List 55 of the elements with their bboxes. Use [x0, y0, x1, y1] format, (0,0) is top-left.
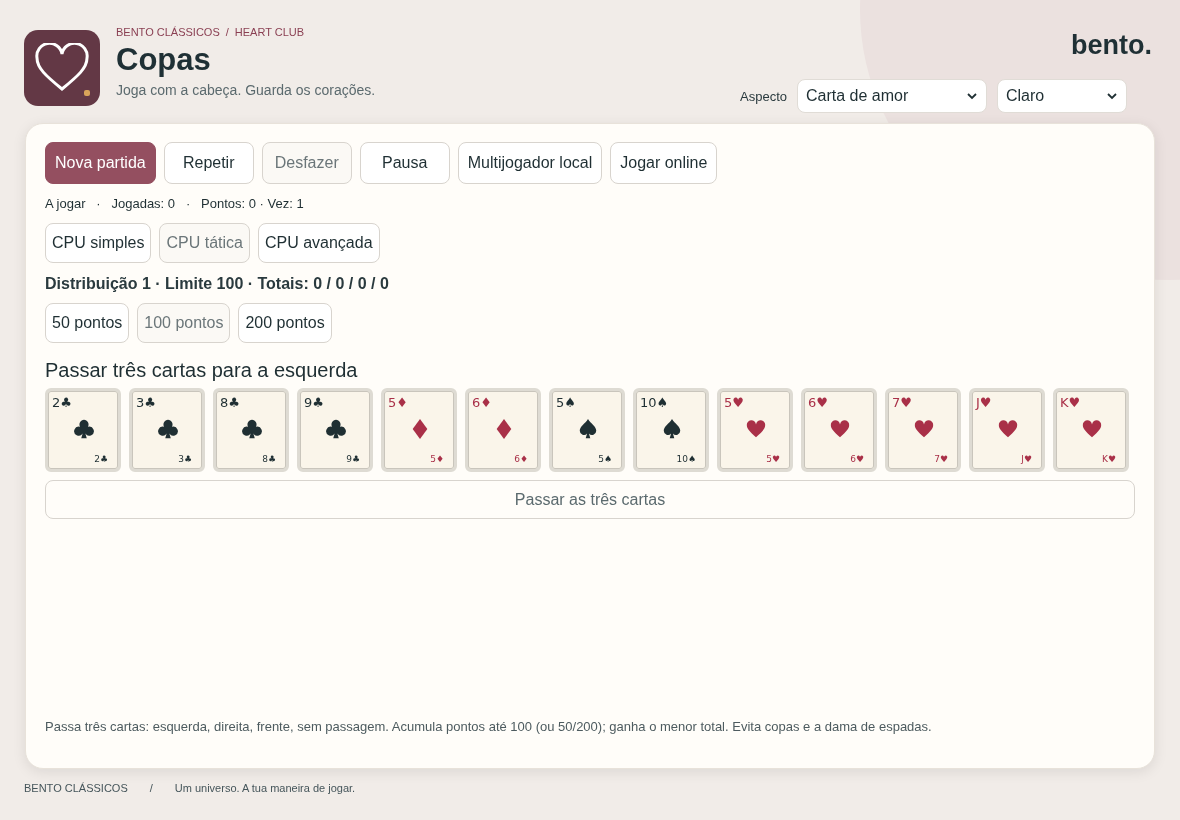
game-status: A jogar · Jogadas: 0 · Pontos: 0 · Vez: 1 — [45, 196, 305, 211]
footer-text: Um universo. A tua maneira de jogar. — [174, 782, 356, 794]
footer-text: BENTO CLÁSSICOS — [24, 782, 128, 794]
playing-card[interactable]: 10♠ 10♠ — [633, 388, 709, 472]
spade-icon — [577, 418, 599, 440]
heart-icon — [997, 418, 1019, 440]
theme-select[interactable]: Claro — [997, 79, 1127, 113]
playing-card[interactable]: 7♥ 7♥ — [885, 388, 961, 472]
heart-icon — [829, 418, 851, 440]
brand-logo: bento. — [1071, 30, 1152, 61]
theme-select[interactable]: Carta de amor — [797, 79, 987, 113]
breadcrumb-item: BENTO CLÁSSICOS — [116, 26, 220, 38]
round-info: Distribuição 1 · Limite 100 · Totais: 0 / 0 / 0 / 0 — [45, 275, 390, 293]
cpu-level-button[interactable]: CPU simples — [45, 223, 152, 263]
footer-text: / — [149, 782, 153, 794]
playing-card[interactable]: 9♣ 9♣ — [297, 388, 373, 472]
playing-card[interactable]: 8♣ 8♣ — [213, 388, 289, 472]
club-icon — [325, 418, 347, 440]
page-title: Copas — [116, 42, 212, 78]
rules-text: Passa três cartas: esquerda, direita, frente, sem passagem. Acumula pontos até 100 (ou 50/200); ganha o menor total. Evita copas e a dama de espadas. — [45, 719, 933, 734]
point-limit-button[interactable]: 200 pontos — [238, 303, 332, 343]
playing-card[interactable]: 2♣ 2♣ — [45, 388, 121, 472]
pass-cards-button[interactable]: Passar as três cartas — [45, 480, 1135, 519]
action-button[interactable]: Nova partida — [45, 142, 156, 184]
heart-icon — [745, 418, 767, 440]
playing-card[interactable]: J♥ J♥ — [969, 388, 1045, 472]
aspect-label: Aspecto — [740, 88, 787, 104]
spade-icon — [661, 418, 683, 440]
playing-card[interactable]: 5♠ 5♠ — [549, 388, 625, 472]
action-button[interactable]: Pausa — [359, 142, 450, 184]
action-button[interactable]: Repetir — [163, 142, 254, 184]
action-button[interactable]: Multijogador local — [457, 142, 603, 184]
page-subtitle: Joga com a cabeça. Guarda os corações. — [116, 82, 376, 98]
chevron-down-icon — [966, 92, 978, 100]
breadcrumb-item: HEART CLUB — [234, 26, 305, 38]
breadcrumb-item: / — [225, 26, 229, 38]
playing-card[interactable]: 3♣ 3♣ — [129, 388, 205, 472]
cpu-level-button[interactable]: CPU tática — [159, 223, 250, 263]
heart-icon — [1081, 418, 1103, 440]
point-limit-button[interactable]: 100 pontos — [137, 303, 231, 343]
playing-card[interactable]: 5♥ 5♥ — [717, 388, 793, 472]
club-icon — [157, 418, 179, 440]
chevron-down-icon — [1106, 92, 1118, 100]
playing-card[interactable]: K♥ K♥ — [1053, 388, 1129, 472]
pass-heading: Passar três cartas para a esquerda — [45, 359, 359, 382]
app-logo-icon — [24, 30, 100, 106]
heart-icon — [913, 418, 935, 440]
point-limit-button[interactable]: 50 pontos — [45, 303, 130, 343]
playing-card[interactable]: 6♥ 6♥ — [801, 388, 877, 472]
club-icon — [241, 418, 263, 440]
club-icon — [73, 418, 95, 440]
action-button[interactable]: Jogar online — [610, 142, 718, 184]
playing-card[interactable]: 5♦ 5♦ — [381, 388, 457, 472]
cpu-level-button[interactable]: CPU avançada — [257, 223, 380, 263]
playing-card[interactable]: 6♦ 6♦ — [465, 388, 541, 472]
